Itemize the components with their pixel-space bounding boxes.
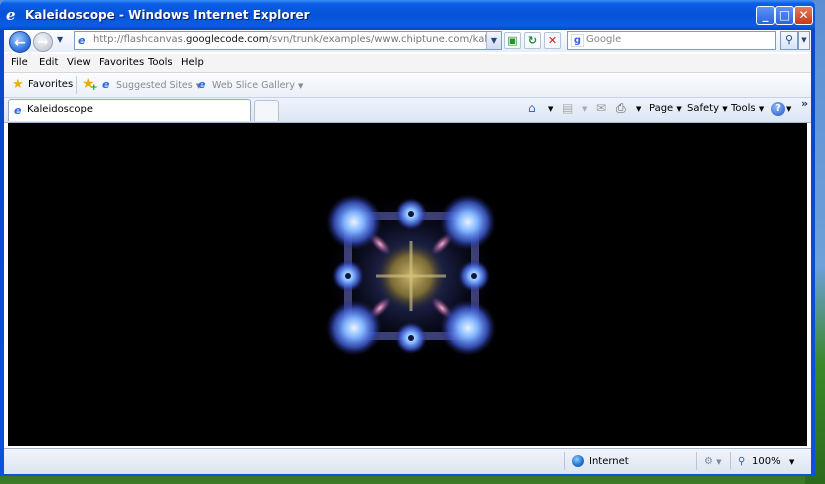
menu-view[interactable]: View [67,57,91,68]
ie-logo-icon: e [102,78,110,91]
forward-arrow-icon[interactable]: → [33,32,53,52]
close-button[interactable]: ✕ [794,6,813,25]
browser-client: ← → ▼ e http://flashcanvas.googlecode.co… [4,30,811,474]
menu-file[interactable]: File [11,57,28,68]
ie-logo-icon: e [198,78,206,91]
help-dropdown[interactable]: ▼ [786,103,791,114]
feeds-icon[interactable]: ▤ [562,102,573,114]
home-dropdown[interactable]: ▼ [548,103,553,114]
tab-row: e Kaleidoscope ⌂ ▼ ▤ ▼ ✉ ⎙ ▼ Page ▼ Safe… [4,97,811,123]
tools-menu[interactable]: Tools ▼ [731,103,764,114]
google-logo-icon: g [571,34,584,47]
menu-bar: File Edit View Favorites Tools Help [4,54,811,73]
navigation-bar: ← → ▼ e http://flashcanvas.googlecode.co… [4,30,811,53]
address-bar[interactable]: e http://flashcanvas.googlecode.com/svn/… [74,31,502,50]
web-slice-gallery-link[interactable]: Web Slice Gallery ▼ [212,80,303,91]
ie-logo-icon: e [6,6,16,24]
security-zone-label: Internet [589,456,629,467]
minimize-button[interactable]: _ [756,6,775,25]
page-content[interactable] [8,123,807,446]
title-bar[interactable]: e Kaleidoscope - Windows Internet Explor… [0,0,815,30]
zoom-level[interactable]: 100% [752,456,781,467]
print-icon[interactable]: ⎙ [616,102,626,114]
safety-menu[interactable]: Safety ▼ [687,103,728,114]
refresh-icon[interactable]: ↻ [524,32,541,49]
protected-mode-icon[interactable]: ⚙ ▼ [704,456,722,467]
ie-logo-icon: e [14,104,22,117]
favorites-button[interactable]: Favorites [28,79,73,90]
help-icon[interactable]: ? [771,102,785,116]
page-ie-icon: e [78,34,86,47]
tab-kaleidoscope[interactable]: e Kaleidoscope [8,99,251,121]
chevron-more-icon[interactable]: » [801,97,808,110]
suggested-sites-link[interactable]: Suggested Sites ▼ [116,80,201,91]
kaleidoscope-canvas[interactable] [318,186,505,366]
home-icon[interactable]: ⌂ [528,102,536,114]
menu-tools[interactable]: Tools [148,57,173,68]
status-bar: Internet ⚙ ▼ ⚲ 100% ▼ [4,448,811,474]
search-options-dropdown[interactable]: ▼ [798,31,810,50]
menu-favorites[interactable]: Favorites [99,57,144,68]
compatibility-icon[interactable]: ▣ [504,32,521,49]
maximize-button[interactable]: □ [775,6,794,25]
tab-label: Kaleidoscope [27,104,94,115]
globe-icon [572,455,584,467]
search-box[interactable]: g Google [567,31,776,50]
feeds-dropdown[interactable]: ▼ [582,103,587,114]
stop-icon[interactable]: ✕ [544,32,561,49]
favorites-bar: ★ Favorites ★ + e Suggested Sites ▼ e Web… [4,73,811,98]
print-dropdown[interactable]: ▼ [636,103,641,114]
page-menu[interactable]: Page ▼ [649,103,682,114]
zoom-icon: ⚲ [738,456,746,467]
address-dropdown[interactable]: ▼ [486,32,501,49]
recent-pages-dropdown[interactable]: ▼ [57,35,63,44]
zoom-dropdown[interactable]: ▼ [789,456,794,467]
search-icon[interactable]: ⚲ [780,31,798,50]
search-input[interactable]: Google [586,34,621,45]
address-url[interactable]: http://flashcanvas.googlecode.com/svn/tr… [93,34,488,45]
separator [76,76,77,94]
star-icon[interactable]: ★ [12,78,24,91]
new-tab-button[interactable] [254,100,279,121]
add-favorite-icon[interactable]: ★ + [82,77,98,93]
browser-window: e Kaleidoscope - Windows Internet Explor… [0,0,815,476]
menu-edit[interactable]: Edit [39,57,58,68]
back-arrow-icon[interactable]: ← [9,31,31,53]
window-title: Kaleidoscope - Windows Internet Explorer [25,8,310,22]
menu-help[interactable]: Help [181,57,204,68]
mail-icon[interactable]: ✉ [596,102,606,114]
